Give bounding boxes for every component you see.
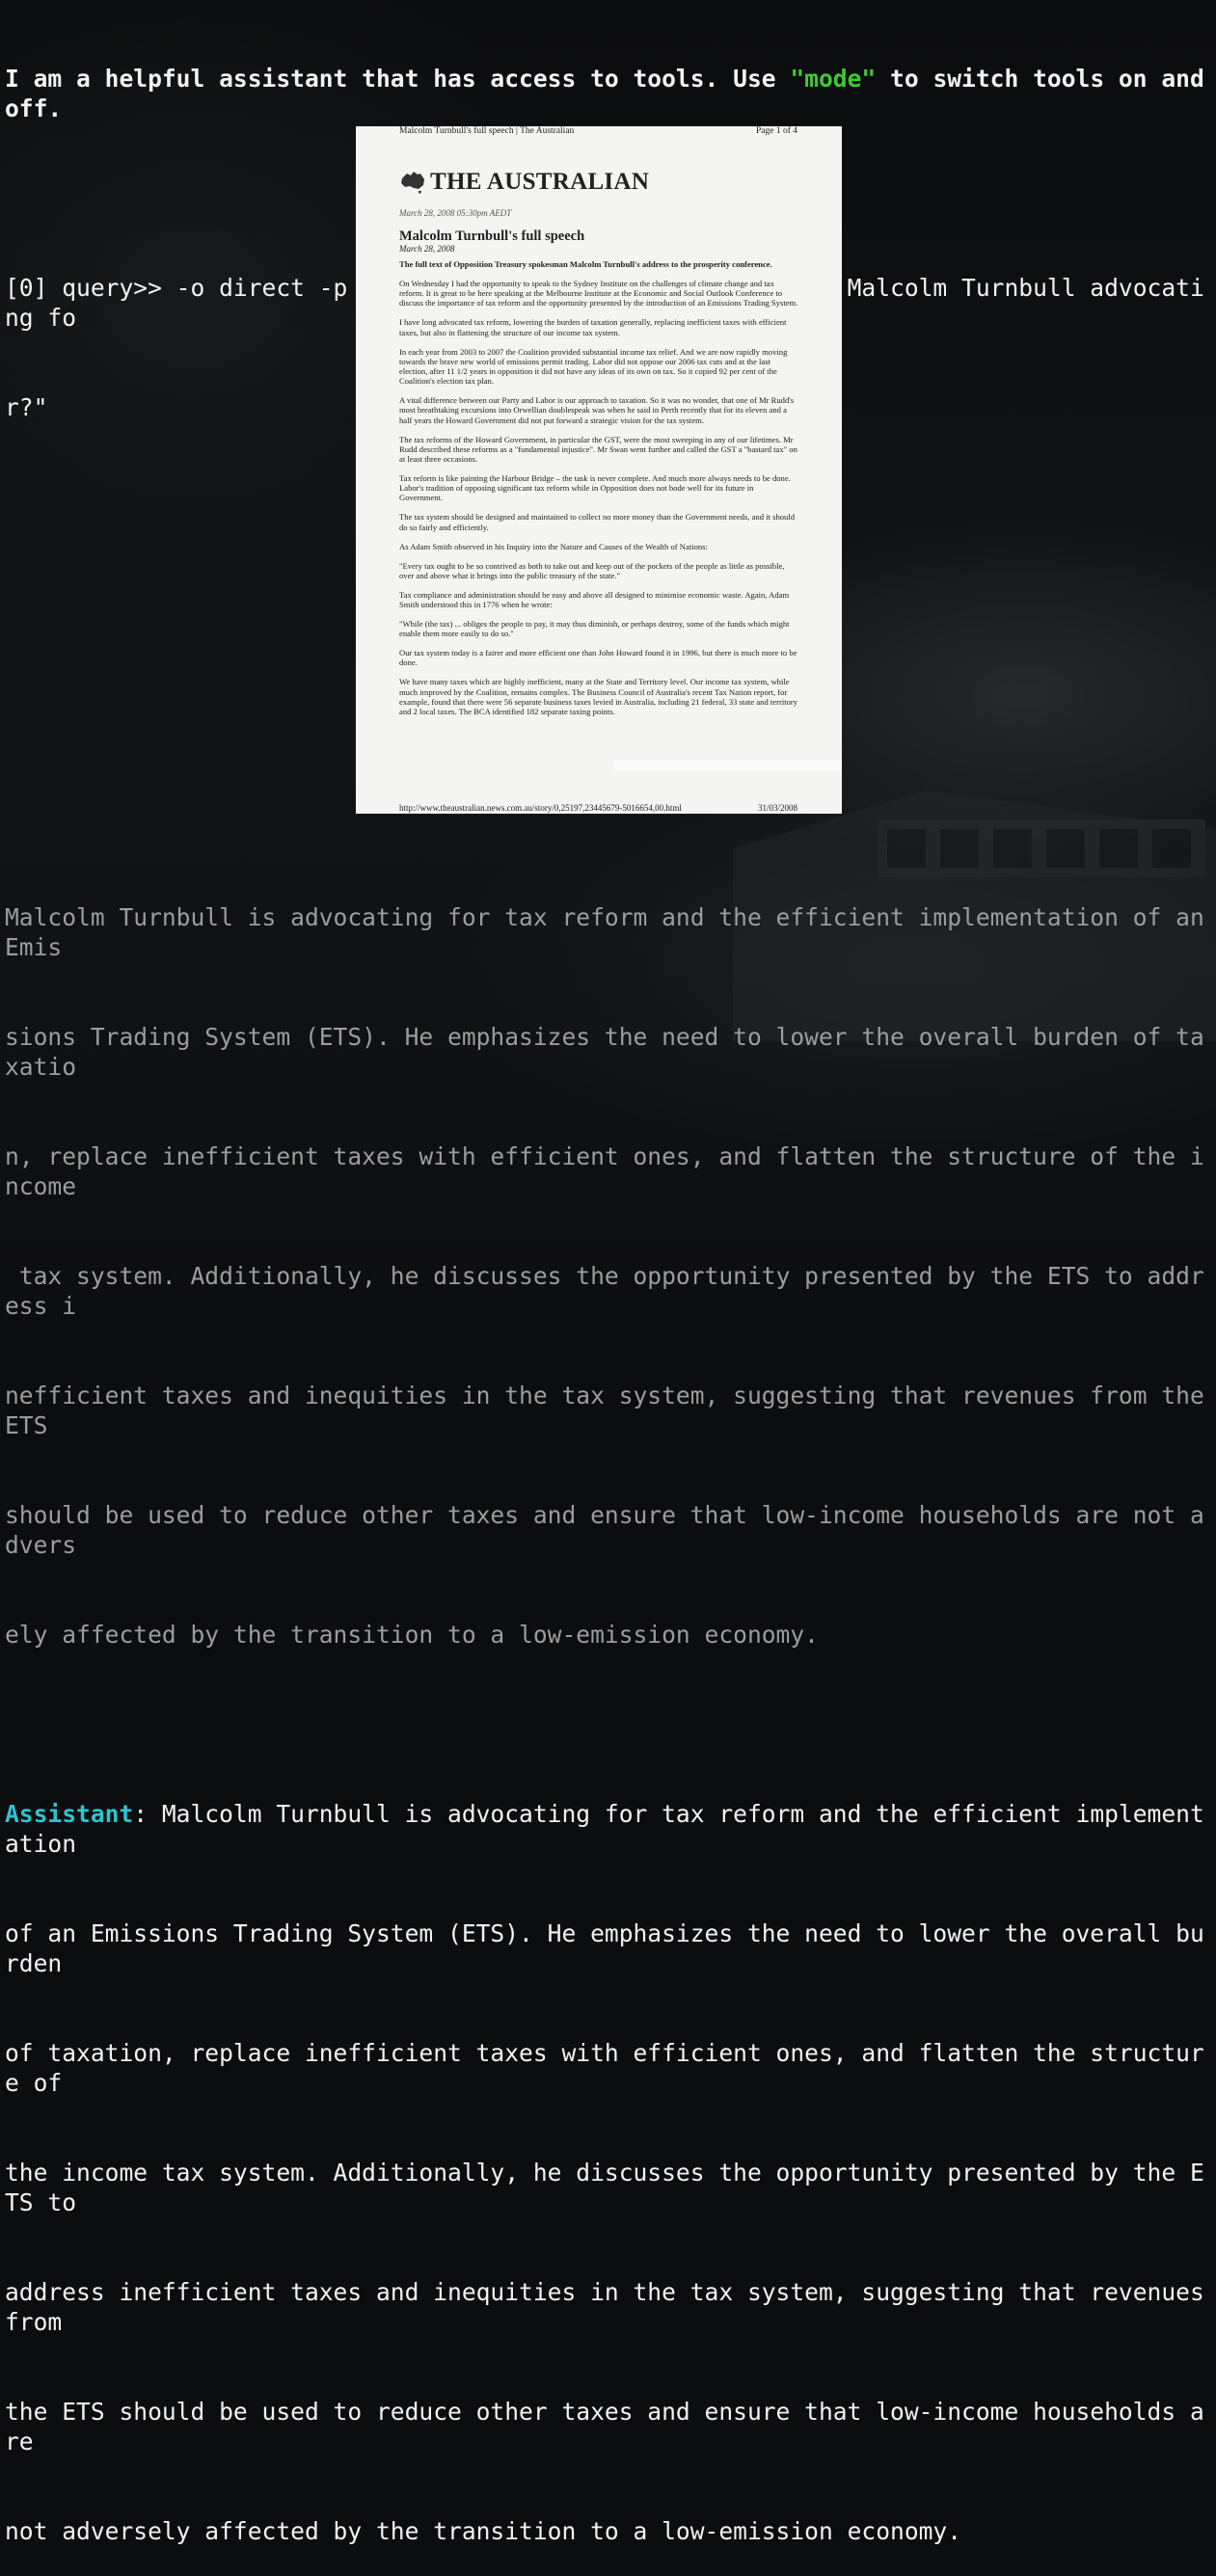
assistant-line: of an Emissions Trading System (ETS). He… — [5, 1919, 1204, 1977]
response-line: should be used to reduce other taxes and… — [5, 1501, 1204, 1559]
article-title: Malcolm Turnbull's full speech — [399, 228, 585, 244]
pdf-footer: http://www.theaustralian.news.com.au/sto… — [399, 803, 797, 813]
article-paragraph: A vital difference between our Party and… — [399, 395, 795, 425]
newspaper-name: THE AUSTRALIAN — [430, 169, 650, 195]
article-paragraph: We have many taxes which are highly inef… — [399, 677, 798, 717]
pdf-footer-date: 31/03/2008 — [757, 803, 797, 813]
assistant-text: : Malcolm Turnbull is advocating for tax… — [5, 1800, 1204, 1858]
pdf-footer-url: http://www.theaustralian.news.com.au/sto… — [399, 803, 682, 813]
response-line: ely affected by the transition to a low-… — [5, 1621, 819, 1649]
article-paragraph: Our tax system today is a fairer and mor… — [399, 648, 797, 668]
response-line: tax system. Additionally, he discusses t… — [5, 1262, 1204, 1320]
assistant-line: of taxation, replace inefficient taxes w… — [5, 2039, 1204, 2097]
newspaper-logo: THE AUSTRALIAN — [399, 169, 649, 196]
response-line: nefficient taxes and inequities in the t… — [5, 1382, 1204, 1439]
australia-map-icon — [401, 172, 424, 194]
mode-keyword: "mode" — [790, 65, 877, 93]
assistant-line: the ETS should be used to reduce other t… — [5, 2398, 1204, 2455]
pdf-header-title: Malcolm Turnbull's full speech | The Aus… — [399, 126, 575, 136]
article-paragraph: The tax system should be designed and ma… — [399, 512, 796, 532]
article-paragraph: I have long advocated tax reform, loweri… — [399, 317, 787, 337]
assistant-line: address inefficient taxes and inequities… — [5, 2278, 1204, 2336]
assistant-line: the income tax system. Additionally, he … — [5, 2159, 1204, 2216]
response-line: sions Trading System (ETS). He emphasize… — [5, 1023, 1204, 1081]
assistant-line: not adversely affected by the transition… — [5, 2517, 962, 2545]
article-paragraph: "While (the tax) ... obliges the people … — [399, 619, 790, 639]
article-paragraph: "Every tax ought to be so contrived as b… — [399, 560, 785, 580]
article-paragraph: The full text of Opposition Treasury spo… — [399, 259, 772, 269]
response-line: n, replace inefficient taxes with effici… — [5, 1142, 1204, 1200]
assistant-first-line: Assistant: Malcolm Turnbull is advocatin… — [5, 1799, 1211, 1859]
pdf-header: Malcolm Turnbull's full speech | The Aus… — [399, 126, 797, 136]
pdf-page-preview: Malcolm Turnbull's full speech | The Aus… — [356, 126, 842, 814]
pdf-dateline: March 28, 2008 05:30pm AEDT — [399, 208, 512, 218]
article-paragraph: Tax reform is like painting the Harbour … — [399, 473, 791, 503]
article-paragraph: Tax compliance and administration should… — [399, 589, 790, 610]
assistant-label: Assistant — [5, 1800, 134, 1828]
tool-response-output: Malcolm Turnbull is advocating for tax r… — [5, 843, 1211, 2576]
scan-artifact — [614, 761, 842, 770]
article-paragraph: On Wednesday I had the opportunity to sp… — [399, 279, 798, 309]
intro-text: I am a helpful assistant that has access… — [5, 65, 791, 93]
article-date: March 28, 2008 — [399, 244, 455, 254]
system-intro-line: I am a helpful assistant that has access… — [5, 64, 1211, 123]
pdf-page-number: Page 1 of 4 — [755, 126, 797, 136]
response-line: Malcolm Turnbull is advocating for tax r… — [5, 903, 1204, 961]
article-paragraph: The tax reforms of the Howard Government… — [399, 434, 797, 465]
article-body: The full text of Opposition Treasury spo… — [399, 259, 798, 726]
article-paragraph: In each year from 2003 to 2007 the Coali… — [399, 346, 788, 387]
article-paragraph: As Adam Smith observed in his Inquiry in… — [399, 541, 708, 551]
